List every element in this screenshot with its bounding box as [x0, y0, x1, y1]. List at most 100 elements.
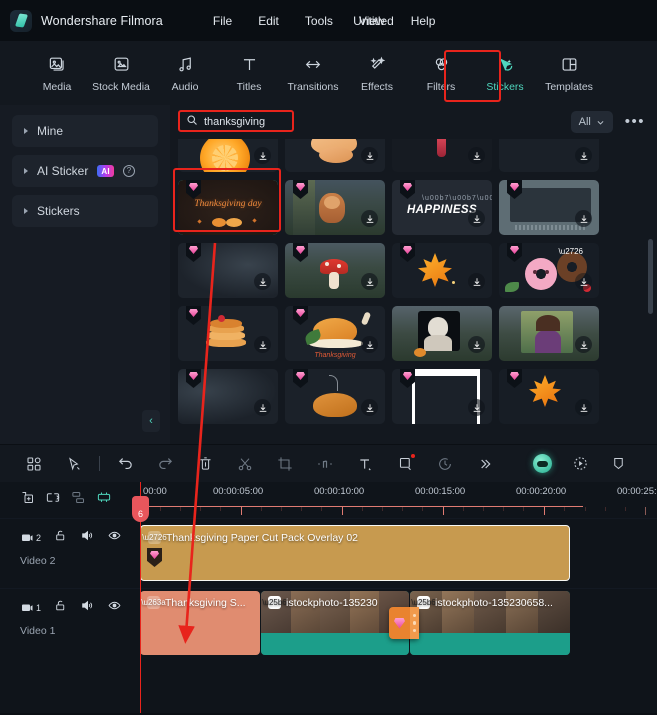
sticker-cell-donuts[interactable]: \u2726 — [499, 243, 599, 298]
speed-button[interactable] — [425, 449, 465, 479]
lock-icon[interactable] — [54, 599, 67, 617]
layout-grid-button[interactable] — [14, 449, 54, 479]
mute-speaker-icon[interactable] — [80, 529, 94, 547]
mask-tool-button[interactable] — [385, 449, 425, 479]
sticker-grid-scroll[interactable]: Thanksgiving day \u00b7\u00b7\u0 HAPPINE… — [178, 139, 657, 444]
sticker-cell-pancakes[interactable] — [178, 306, 278, 361]
add-media-button[interactable] — [20, 490, 35, 510]
download-icon[interactable] — [468, 399, 485, 416]
sticker-cell-roast-bird[interactable] — [285, 369, 385, 424]
sticker-cell-candle[interactable] — [392, 139, 492, 172]
tab-filters[interactable]: Filters — [412, 49, 470, 98]
menu-tools[interactable]: Tools — [292, 10, 346, 32]
tab-stickers[interactable]: Stickers — [476, 49, 534, 98]
sticker-cell-orange-slice[interactable] — [178, 139, 278, 172]
sticker-cell-squirrel[interactable] — [285, 180, 385, 235]
tab-media[interactable]: Media — [28, 49, 86, 98]
tab-audio[interactable]: Audio — [156, 49, 214, 98]
download-icon[interactable] — [575, 336, 592, 353]
mute-speaker-icon[interactable] — [80, 599, 94, 617]
video-clip-1[interactable]: \u25b6 istockphoto-135230 — [261, 591, 409, 655]
undo-button[interactable] — [105, 449, 145, 479]
sticker-cell-mushroom[interactable] — [285, 243, 385, 298]
link-group-button[interactable] — [45, 490, 61, 510]
download-icon[interactable] — [254, 399, 271, 416]
sidebar-item-mine[interactable]: Mine — [12, 115, 158, 147]
download-icon[interactable] — [468, 147, 485, 164]
video-clip-2[interactable]: \u25b6 istockphoto-135230658... — [410, 591, 570, 655]
menu-view[interactable]: View — [346, 10, 398, 32]
download-icon[interactable] — [254, 336, 271, 353]
download-icon[interactable] — [468, 273, 485, 290]
audio-detach-button[interactable] — [305, 449, 345, 479]
download-icon[interactable] — [361, 210, 378, 227]
sidebar-item-stickers[interactable]: Stickers — [12, 195, 158, 227]
select-tool-button[interactable] — [54, 449, 94, 479]
track-video-icon[interactable]: 1 — [20, 602, 41, 614]
track-video-icon[interactable]: 2 — [20, 532, 41, 544]
sticker-cell-roast-turkey[interactable]: Thanksgiving — [285, 306, 385, 361]
sticker-cell-woman-portrait[interactable] — [499, 306, 599, 361]
delete-button[interactable] — [185, 449, 225, 479]
filter-dropdown[interactable]: All — [570, 111, 613, 133]
timeline-playhead[interactable]: 6 — [132, 482, 149, 713]
download-icon[interactable] — [575, 399, 592, 416]
playhead-knob[interactable]: 6 — [132, 496, 149, 522]
render-preview-button[interactable] — [567, 449, 593, 479]
download-icon[interactable] — [254, 147, 271, 164]
menu-file[interactable]: File — [200, 10, 245, 32]
download-icon[interactable] — [468, 336, 485, 353]
track-lane-video-2[interactable]: \u2726 Thanksgiving Paper Cut Pack Overl… — [140, 519, 657, 588]
tab-effects[interactable]: Effects — [348, 49, 406, 98]
sticker-cell-statue-portrait[interactable] — [392, 306, 492, 361]
sticker-cell-orange-leaf[interactable] — [499, 369, 599, 424]
menu-help[interactable]: Help — [398, 10, 449, 32]
search-input[interactable]: thanksgiving — [178, 111, 290, 133]
download-icon[interactable] — [361, 336, 378, 353]
sticker-clip[interactable]: \u263a Thanksgiving S... — [140, 591, 260, 655]
download-icon[interactable] — [254, 273, 271, 290]
collapse-sidebar-button[interactable]: ‹ — [142, 410, 160, 432]
download-icon[interactable] — [468, 210, 485, 227]
tab-stock-media[interactable]: Stock Media — [92, 49, 150, 98]
split-button[interactable] — [225, 449, 265, 479]
more-options-button[interactable]: ••• — [625, 114, 645, 129]
sticker-cell-happiness[interactable]: \u00b7\u00b7\u00b7\u00b7\u00b7 HAPPINESS — [392, 180, 492, 235]
sticker-cell-white-frame[interactable] — [392, 369, 492, 424]
sticker-cell-dark-thumb[interactable] — [499, 139, 599, 172]
text-tool-button[interactable] — [345, 449, 385, 479]
marker-button[interactable] — [605, 449, 631, 479]
manage-tracks-button[interactable] — [71, 490, 86, 510]
tab-templates[interactable]: Templates — [540, 49, 598, 98]
menu-edit[interactable]: Edit — [245, 10, 292, 32]
eye-visible-icon[interactable] — [107, 529, 122, 547]
lock-icon[interactable] — [54, 529, 67, 547]
track-lane-video-1[interactable]: \u263a Thanksgiving S... \u25b6 istockph… — [140, 589, 657, 658]
sticker-cell-maple-leaf[interactable] — [392, 243, 492, 298]
download-icon[interactable] — [575, 210, 592, 227]
download-icon[interactable] — [575, 147, 592, 164]
sticker-cell-thanksgiving-day[interactable]: Thanksgiving day — [178, 180, 278, 235]
sticker-cell-turkey-drumstick[interactable] — [285, 139, 385, 172]
crop-button[interactable] — [265, 449, 305, 479]
eye-visible-icon[interactable] — [107, 599, 122, 617]
timeline-ruler[interactable]: 00:00 00:00:05:00 00:00:10:00 00:00:15:0… — [140, 482, 657, 518]
download-icon[interactable] — [575, 273, 592, 290]
tab-transitions[interactable]: Transitions — [284, 49, 342, 98]
help-question-icon[interactable]: ? — [122, 165, 135, 177]
sticker-grid-scrollbar[interactable] — [648, 239, 653, 314]
auto-adjust-button[interactable] — [96, 490, 112, 510]
sidebar-item-ai-sticker[interactable]: AI Sticker AI ? — [12, 155, 158, 187]
more-tools-button[interactable] — [465, 449, 505, 479]
redo-button[interactable] — [145, 449, 185, 479]
sticker-cell-blur-dark[interactable] — [178, 243, 278, 298]
sticker-cell-dark-gradient[interactable] — [178, 369, 278, 424]
ai-badge: AI — [97, 165, 114, 177]
tab-titles[interactable]: Titles — [220, 49, 278, 98]
download-icon[interactable] — [361, 399, 378, 416]
download-icon[interactable] — [361, 273, 378, 290]
sticker-cell-frame-overlay[interactable] — [499, 180, 599, 235]
sticker-overlay-clip[interactable]: \u2726 Thanksgiving Paper Cut Pack Overl… — [140, 525, 570, 581]
download-icon[interactable] — [361, 147, 378, 164]
ai-copilot-button[interactable] — [529, 449, 555, 479]
